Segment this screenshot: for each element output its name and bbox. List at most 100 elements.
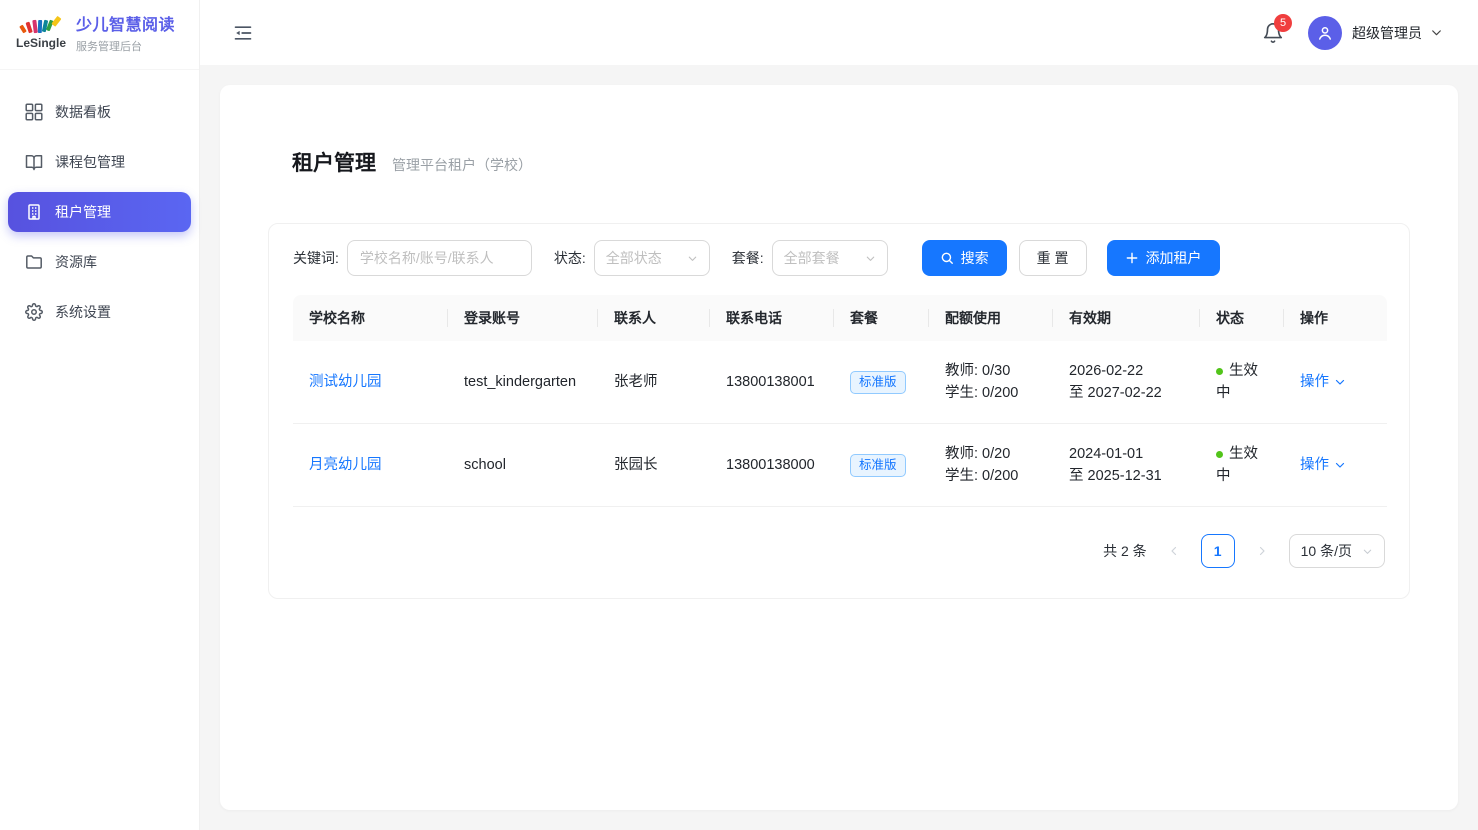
- chevron-down-icon: [1334, 376, 1346, 388]
- folder-icon: [25, 253, 43, 271]
- notification-badge: 5: [1274, 14, 1292, 32]
- reset-button[interactable]: 重 置: [1019, 240, 1087, 276]
- row-actions-label: 操作: [1300, 371, 1329, 393]
- table-header-row: 学校名称 登录账号 联系人 联系电话 套餐 配额使用 有效期 状态 操作: [293, 295, 1387, 341]
- quota-cell: 教师: 0/20 学生: 0/200: [929, 424, 1053, 507]
- page-size-value: 10 条/页: [1301, 541, 1352, 561]
- validity-cell: 2026-02-22 至 2027-02-22: [1053, 341, 1200, 424]
- reset-button-label: 重 置: [1037, 248, 1069, 268]
- plus-icon: [1125, 251, 1139, 265]
- chevron-down-icon: [1362, 546, 1373, 557]
- col-school-name: 学校名称: [293, 295, 448, 341]
- status-dot-icon: [1216, 368, 1223, 375]
- valid-to: 至 2025-12-31: [1069, 465, 1184, 487]
- sidebar-item-tenants[interactable]: 租户管理: [8, 192, 191, 232]
- tenant-panel: 关键词: 状态: 全部状态 套餐: 全部套餐: [268, 223, 1410, 599]
- gear-icon: [25, 303, 43, 321]
- contact-name: 张老师: [598, 341, 710, 424]
- row-actions-dropdown[interactable]: 操作: [1300, 454, 1346, 476]
- prev-page-chevron-left-icon[interactable]: [1160, 535, 1188, 567]
- sidebar-item-resources[interactable]: 资源库: [8, 242, 191, 282]
- page-size-select[interactable]: 10 条/页: [1289, 534, 1385, 568]
- col-plan: 套餐: [834, 295, 929, 341]
- status-dot-icon: [1216, 451, 1223, 458]
- search-icon: [940, 251, 954, 265]
- login-account: school: [448, 424, 598, 507]
- sidebar-item-course-packages[interactable]: 课程包管理: [8, 142, 191, 182]
- search-button[interactable]: 搜索: [922, 240, 1007, 276]
- brand-subtitle: 服务管理后台: [76, 38, 175, 54]
- sidebar-item-label: 数据看板: [55, 102, 111, 122]
- contact-phone: 13800138001: [710, 341, 834, 424]
- login-account: test_kindergarten: [448, 341, 598, 424]
- col-status: 状态: [1200, 295, 1284, 341]
- quota-student: 学生: 0/200: [945, 382, 1037, 404]
- table-row: 测试幼儿园 test_kindergarten 张老师 13800138001 …: [293, 341, 1387, 424]
- sidebar-item-label: 系统设置: [55, 302, 111, 322]
- notification-bell-icon[interactable]: 5: [1262, 22, 1284, 44]
- status-select[interactable]: 全部状态: [594, 240, 710, 276]
- school-name-link[interactable]: 月亮幼儿园: [309, 457, 382, 473]
- chevron-down-icon: [687, 253, 698, 264]
- sidebar-menu: 数据看板 课程包管理 租户管理: [0, 70, 199, 364]
- logo-area: LeSingle 少儿智慧阅读 服务管理后台: [0, 0, 199, 70]
- school-name-link[interactable]: 测试幼儿园: [309, 374, 382, 390]
- app-root: LeSingle 少儿智慧阅读 服务管理后台 数据看板: [0, 0, 1478, 830]
- col-contact: 联系人: [598, 295, 710, 341]
- chevron-down-icon: [1334, 459, 1346, 471]
- sidebar-item-dashboard[interactable]: 数据看板: [8, 92, 191, 132]
- row-actions-label: 操作: [1300, 454, 1329, 476]
- quota-cell: 教师: 0/30 学生: 0/200: [929, 341, 1053, 424]
- lesingle-logo-icon: LeSingle: [14, 13, 66, 56]
- keyword-input[interactable]: [347, 240, 532, 276]
- col-quota: 配额使用: [929, 295, 1053, 341]
- menu-fold-icon[interactable]: [233, 23, 253, 43]
- pagination: 共 2 条 1 10 条/页: [293, 534, 1385, 568]
- tenant-card: 租户管理 管理平台租户（学校） 关键词: 状态: 全部状态: [220, 85, 1458, 810]
- main-area: 5 超级管理员 租户管理: [200, 0, 1478, 830]
- search-button-label: 搜索: [961, 248, 989, 268]
- page-title: 租户管理: [292, 147, 376, 177]
- brand-title: 少儿智慧阅读: [76, 16, 175, 36]
- plan-select[interactable]: 全部套餐: [772, 240, 888, 276]
- sidebar-item-label: 课程包管理: [55, 152, 125, 172]
- user-avatar[interactable]: [1308, 16, 1342, 50]
- svg-text:LeSingle: LeSingle: [16, 36, 66, 50]
- keyword-label: 关键词:: [293, 248, 339, 268]
- col-phone: 联系电话: [710, 295, 834, 341]
- valid-from: 2026-02-22: [1069, 360, 1184, 382]
- plan-tag: 标准版: [850, 454, 906, 477]
- sidebar-item-settings[interactable]: 系统设置: [8, 292, 191, 332]
- building-icon: [25, 203, 43, 221]
- book-icon: [25, 153, 43, 171]
- brand-text: 少儿智慧阅读 服务管理后台: [76, 16, 175, 54]
- validity-cell: 2024-01-01 至 2025-12-31: [1053, 424, 1200, 507]
- page-number-button[interactable]: 1: [1201, 534, 1235, 568]
- user-menu-chevron-down-icon[interactable]: [1430, 26, 1443, 39]
- contact-name: 张园长: [598, 424, 710, 507]
- col-login-account: 登录账号: [448, 295, 598, 341]
- user-name[interactable]: 超级管理员: [1352, 23, 1422, 43]
- sidebar-item-label: 租户管理: [55, 202, 111, 222]
- total-count: 共 2 条: [1103, 541, 1147, 561]
- sidebar: LeSingle 少儿智慧阅读 服务管理后台 数据看板: [0, 0, 200, 830]
- next-page-chevron-right-icon[interactable]: [1248, 535, 1276, 567]
- page-header: 租户管理 管理平台租户（学校）: [292, 147, 1410, 177]
- status-label: 状态:: [554, 248, 586, 268]
- contact-phone: 13800138000: [710, 424, 834, 507]
- quota-teacher: 教师: 0/20: [945, 443, 1037, 465]
- valid-from: 2024-01-01: [1069, 443, 1184, 465]
- quota-student: 学生: 0/200: [945, 465, 1037, 487]
- status-cell: 生效中: [1200, 424, 1284, 507]
- plan-select-value: 全部套餐: [784, 248, 840, 268]
- add-tenant-button[interactable]: 添加租户: [1107, 240, 1220, 276]
- add-tenant-button-label: 添加租户: [1146, 248, 1202, 268]
- sidebar-item-label: 资源库: [55, 252, 97, 272]
- filter-bar: 关键词: 状态: 全部状态 套餐: 全部套餐: [293, 240, 1385, 276]
- chevron-down-icon: [865, 253, 876, 264]
- topbar-right: 5 超级管理员: [1262, 16, 1443, 50]
- plan-tag: 标准版: [850, 371, 906, 394]
- plan-label: 套餐:: [732, 248, 764, 268]
- topbar: 5 超级管理员: [200, 0, 1478, 65]
- row-actions-dropdown[interactable]: 操作: [1300, 371, 1346, 393]
